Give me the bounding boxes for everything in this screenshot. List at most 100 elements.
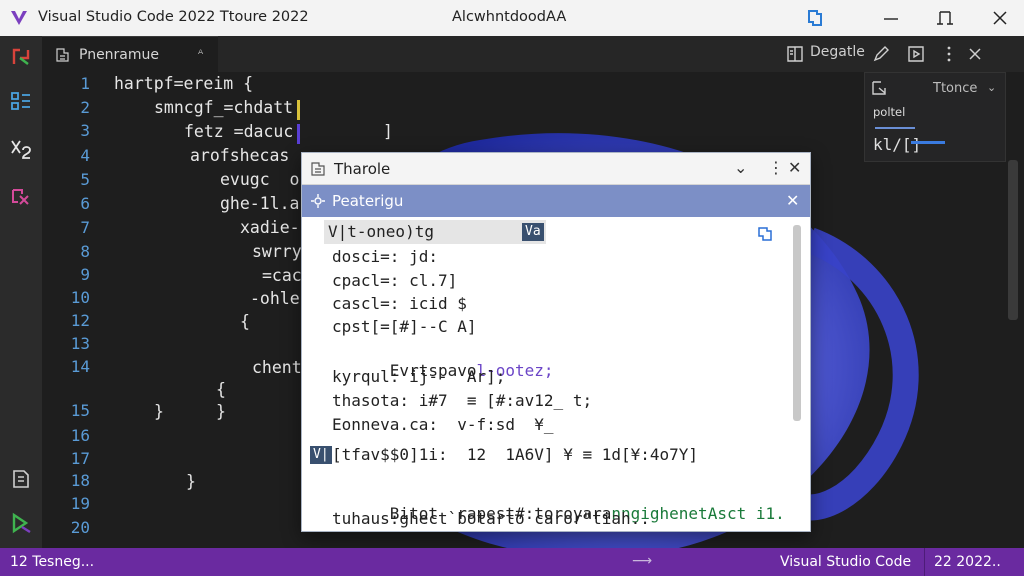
peek-toggle-icon[interactable] (871, 79, 889, 97)
code-line: swrry (252, 242, 302, 261)
line-number: 6 (80, 194, 90, 213)
code-line: =cac (262, 266, 302, 285)
title-bar: Visual Studio Code 2022 Ttoure 2022 Alcw… (0, 0, 1024, 36)
line-number: 17 (70, 449, 90, 468)
tab-label: Pnenramue (79, 47, 160, 63)
explorer-icon[interactable] (8, 466, 34, 492)
selection-marker (297, 124, 300, 144)
dialog-subheader-title: Peaterigu (332, 192, 404, 210)
app-logo-icon (11, 11, 27, 25)
code-line: evugc o (220, 170, 300, 189)
line-number: 3 (80, 121, 90, 140)
code-line: hartpf=ereim { (114, 74, 254, 93)
status-app[interactable]: Visual Studio Code (780, 554, 911, 570)
code-editor[interactable]: hartpf=ereim { smncgf_=chdatt fetz =dacu… (98, 72, 302, 548)
selected-item[interactable]: V|t-oneo)tg Va (324, 220, 546, 244)
line-number: 14 (70, 357, 90, 376)
debug-icon[interactable] (8, 136, 34, 162)
line-number: 10 (70, 288, 90, 307)
line-number: 9 (80, 265, 90, 284)
editor-scrollbar[interactable] (1008, 160, 1018, 320)
layout-icon[interactable] (803, 6, 829, 30)
code-line: { (240, 312, 250, 331)
line-number: 7 (80, 218, 90, 237)
line-number: 13 (70, 334, 90, 353)
more-actions-icon[interactable] (940, 44, 958, 64)
code-line: arofshecas (190, 146, 290, 165)
line-number: 19 (70, 494, 90, 513)
quick-pick-dialog[interactable]: Tharole ⌄ ⋮ ✕ Peaterigu ✕ V|t-oneo)tg Va… (301, 152, 811, 532)
preview-icon[interactable] (906, 44, 926, 64)
list-item[interactable]: kyrqul: ij-- Ar]; (332, 367, 505, 386)
branch-icon[interactable] (8, 44, 34, 70)
copy-icon[interactable] (756, 225, 774, 243)
list-item[interactable]: Eonneva.ca: v-f:sd ¥_ (332, 415, 554, 434)
editor-action-label[interactable]: Degatle (810, 44, 865, 64)
list-item[interactable]: cascl=: icid $ (332, 294, 467, 313)
peek-label: Ttonce (933, 81, 978, 96)
peek-progress (911, 141, 945, 144)
edit-icon[interactable] (872, 44, 890, 64)
dialog-title: Tharole (334, 160, 391, 178)
list-item[interactable]: [tfav$$0]1i: 12 1A6V] ¥ ≡ 1d[¥:4o7Y] (332, 445, 698, 464)
line-number: 16 (70, 426, 90, 445)
list-item[interactable]: tuhaus:ghect`botarto caror"tiah.. (332, 509, 650, 528)
dialog-icon (311, 162, 325, 176)
extensions-icon[interactable] (8, 184, 34, 210)
dialog-scrollbar[interactable] (793, 225, 801, 421)
tab-close-button[interactable]: ᴬ (198, 47, 203, 61)
line-number: 15 (70, 401, 90, 420)
close-dialog-button[interactable]: ✕ (788, 158, 808, 178)
status-date[interactable]: 22 2022.. (934, 554, 1001, 570)
status-left[interactable]: 12 Tesneg... (10, 554, 94, 570)
peek-panel[interactable]: Ttonce ⌄ poltel kl/[] (864, 72, 1006, 162)
close-editor-icon[interactable] (966, 44, 984, 64)
selected-item-label: V|t-oneo)tg (328, 222, 434, 241)
close-window-button[interactable] (987, 6, 1013, 30)
line-number: 4 (80, 146, 90, 165)
peek-divider (875, 127, 915, 129)
text-cursor (297, 100, 300, 120)
minimize-button[interactable] (878, 6, 904, 30)
line-number: 8 (80, 242, 90, 261)
run-icon[interactable] (8, 510, 34, 536)
more-icon[interactable]: ⋮ (768, 158, 788, 178)
document-title: AlcwhntdoodAA (452, 9, 567, 25)
selected-item-badge: Va (522, 223, 544, 241)
source-control-icon[interactable] (8, 88, 34, 114)
dialog-body: V|t-oneo)tg Va dosci=: jd: cpacl=: cl.7]… (302, 217, 810, 533)
split-editor-icon[interactable] (786, 44, 804, 64)
peek-value: kl/[] (873, 135, 922, 154)
code-line: chent (252, 358, 302, 377)
code-line: } (216, 402, 226, 421)
chevron-down-icon[interactable]: ⌄ (734, 158, 754, 178)
list-item[interactable]: cpacl=: cl.7] (332, 271, 457, 290)
line-number: 5 (80, 170, 90, 189)
arrow-right-icon: ⟶ (632, 553, 653, 569)
code-line: ghe-1l.a (220, 194, 300, 213)
code-line: fetz =dacuc (184, 122, 294, 141)
editor-tab-bar: Pnenramue ᴬ Degatle (42, 36, 1024, 72)
line-number: 1 (80, 74, 90, 93)
list-item[interactable]: thasota: i#7 ≡ [#:av12_ t; (332, 391, 592, 410)
maximize-button[interactable] (932, 6, 958, 30)
line-number: 12 (70, 311, 90, 330)
window-title: Visual Studio Code 2022 Ttoure 2022 (38, 9, 309, 25)
tab-active[interactable]: Pnenramue ᴬ (42, 36, 218, 72)
code-line: smncgf_=chdatt (154, 98, 294, 117)
dialog-header: Tharole ⌄ ⋮ ✕ (302, 153, 810, 185)
code-line: } (154, 402, 164, 421)
list-item[interactable]: cpst[=[#]--C A] (332, 317, 477, 336)
line-number-gutter: 1 2 3 4 5 6 7 8 9 10 12 13 14 15 16 17 1… (42, 72, 98, 548)
close-subheader-button[interactable]: ✕ (786, 191, 799, 210)
file-icon (56, 48, 69, 62)
settings-icon (311, 194, 325, 208)
stray-bracket: ] (383, 122, 393, 141)
peek-sub-label: poltel (873, 105, 906, 119)
dialog-subheader: Peaterigu ✕ (302, 185, 810, 217)
activity-bar (0, 36, 42, 548)
peek-menu-icon[interactable]: ⌄ (987, 81, 996, 94)
list-item[interactable]: dosci=: jd: (332, 247, 438, 266)
status-divider (924, 548, 925, 576)
line-number: 18 (70, 471, 90, 490)
